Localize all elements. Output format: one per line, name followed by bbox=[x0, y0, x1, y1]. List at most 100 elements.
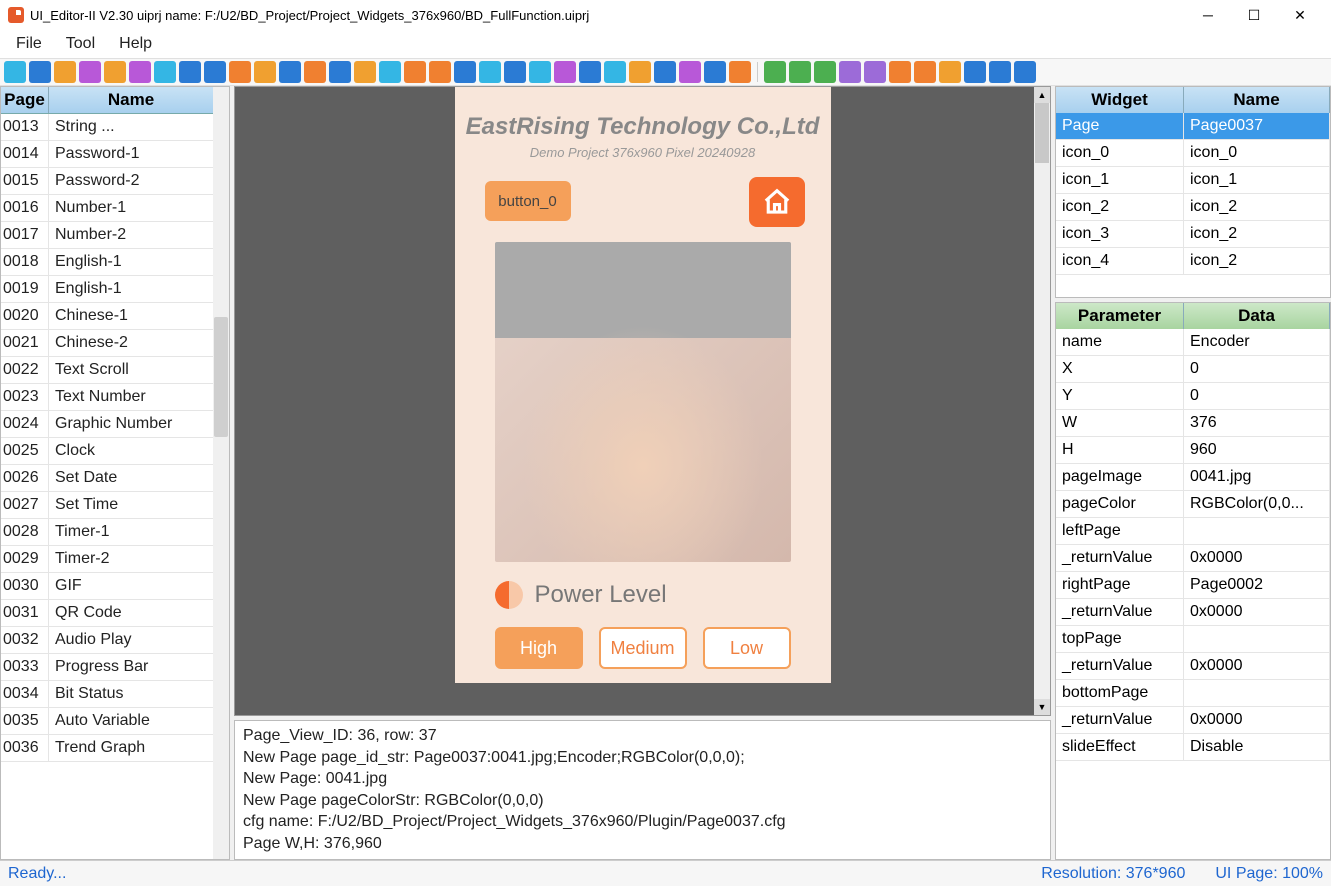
close-button[interactable]: ✕ bbox=[1277, 0, 1323, 30]
button-0-widget[interactable]: button_0 bbox=[485, 181, 571, 221]
toolbar-icon-9[interactable] bbox=[229, 61, 251, 83]
page-row-0020[interactable]: 0020Chinese-1 bbox=[1, 303, 213, 330]
page-row-0035[interactable]: 0035Auto Variable bbox=[1, 708, 213, 735]
toolbar-align-icon-2[interactable] bbox=[814, 61, 836, 83]
toolbar-icon-1[interactable] bbox=[29, 61, 51, 83]
menu-help[interactable]: Help bbox=[109, 33, 162, 55]
toolbar-icon-29[interactable] bbox=[729, 61, 751, 83]
param-row[interactable]: bottomPage bbox=[1056, 680, 1330, 707]
widget-col-widget[interactable]: Widget bbox=[1056, 87, 1184, 113]
widget-row[interactable]: icon_4icon_2 bbox=[1056, 248, 1330, 275]
page-row-0030[interactable]: 0030GIF bbox=[1, 573, 213, 600]
page-row-0016[interactable]: 0016Number-1 bbox=[1, 195, 213, 222]
page-row-0022[interactable]: 0022Text Scroll bbox=[1, 357, 213, 384]
toolbar-icon-24[interactable] bbox=[604, 61, 626, 83]
param-row[interactable]: _returnValue0x0000 bbox=[1056, 653, 1330, 680]
page-row-0036[interactable]: 0036Trend Graph bbox=[1, 735, 213, 762]
minimize-button[interactable]: ─ bbox=[1185, 0, 1231, 30]
toolbar-icon-22[interactable] bbox=[554, 61, 576, 83]
param-row[interactable]: pageImage0041.jpg bbox=[1056, 464, 1330, 491]
page-row-0027[interactable]: 0027Set Time bbox=[1, 492, 213, 519]
page-row-0014[interactable]: 0014Password-1 bbox=[1, 141, 213, 168]
param-row[interactable]: _returnValue0x0000 bbox=[1056, 707, 1330, 734]
toolbar-align-icon-7[interactable] bbox=[939, 61, 961, 83]
page-row-0029[interactable]: 0029Timer-2 bbox=[1, 546, 213, 573]
toolbar-icon-5[interactable] bbox=[129, 61, 151, 83]
page-row-0018[interactable]: 0018English-1 bbox=[1, 249, 213, 276]
toolbar-icon-8[interactable] bbox=[204, 61, 226, 83]
param-row[interactable]: X0 bbox=[1056, 356, 1330, 383]
toolbar-icon-13[interactable] bbox=[329, 61, 351, 83]
widget-row[interactable]: icon_0icon_0 bbox=[1056, 140, 1330, 167]
param-row[interactable]: W376 bbox=[1056, 410, 1330, 437]
widget-row[interactable]: icon_3icon_2 bbox=[1056, 221, 1330, 248]
toolbar-icon-18[interactable] bbox=[454, 61, 476, 83]
maximize-button[interactable]: ☐ bbox=[1231, 0, 1277, 30]
toolbar-icon-15[interactable] bbox=[379, 61, 401, 83]
param-col-data[interactable]: Data bbox=[1184, 303, 1330, 329]
page-row-0013[interactable]: 0013String ... bbox=[1, 114, 213, 141]
level-low-button[interactable]: Low bbox=[703, 627, 791, 669]
page-list-col-page[interactable]: Page bbox=[1, 87, 49, 113]
page-list-col-name[interactable]: Name bbox=[49, 87, 213, 113]
toolbar-align-icon-6[interactable] bbox=[914, 61, 936, 83]
toolbar-align-icon-10[interactable] bbox=[1014, 61, 1036, 83]
toolbar-icon-0[interactable] bbox=[4, 61, 26, 83]
page-row-0028[interactable]: 0028Timer-1 bbox=[1, 519, 213, 546]
preview-scrollbar[interactable]: ▲ ▼ bbox=[1034, 87, 1050, 715]
page-row-0026[interactable]: 0026Set Date bbox=[1, 465, 213, 492]
widget-row[interactable]: PagePage0037 bbox=[1056, 113, 1330, 140]
page-row-0015[interactable]: 0015Password-2 bbox=[1, 168, 213, 195]
level-high-button[interactable]: High bbox=[495, 627, 583, 669]
toolbar-align-icon-5[interactable] bbox=[889, 61, 911, 83]
canvas-page[interactable]: EastRising Technology Co.,Ltd Demo Proje… bbox=[455, 87, 831, 683]
page-row-0021[interactable]: 0021Chinese-2 bbox=[1, 330, 213, 357]
param-row[interactable]: _returnValue0x0000 bbox=[1056, 545, 1330, 572]
toolbar-icon-10[interactable] bbox=[254, 61, 276, 83]
menu-tool[interactable]: Tool bbox=[56, 33, 105, 55]
param-row[interactable]: topPage bbox=[1056, 626, 1330, 653]
param-row[interactable]: slideEffectDisable bbox=[1056, 734, 1330, 761]
toolbar-align-icon-3[interactable] bbox=[839, 61, 861, 83]
toolbar-align-icon-1[interactable] bbox=[789, 61, 811, 83]
page-row-0024[interactable]: 0024Graphic Number bbox=[1, 411, 213, 438]
param-row[interactable]: _returnValue0x0000 bbox=[1056, 599, 1330, 626]
scroll-down-icon[interactable]: ▼ bbox=[1034, 699, 1050, 715]
menu-file[interactable]: File bbox=[6, 33, 52, 55]
param-col-parameter[interactable]: Parameter bbox=[1056, 303, 1184, 329]
param-row[interactable]: rightPagePage0002 bbox=[1056, 572, 1330, 599]
toolbar-icon-3[interactable] bbox=[79, 61, 101, 83]
level-medium-button[interactable]: Medium bbox=[599, 627, 687, 669]
page-row-0023[interactable]: 0023Text Number bbox=[1, 384, 213, 411]
param-row[interactable]: H960 bbox=[1056, 437, 1330, 464]
scroll-up-icon[interactable]: ▲ bbox=[1034, 87, 1050, 103]
param-row[interactable]: nameEncoder bbox=[1056, 329, 1330, 356]
home-icon[interactable] bbox=[749, 177, 805, 227]
toolbar-icon-28[interactable] bbox=[704, 61, 726, 83]
toolbar-icon-23[interactable] bbox=[579, 61, 601, 83]
toolbar-align-icon-8[interactable] bbox=[964, 61, 986, 83]
toolbar-icon-19[interactable] bbox=[479, 61, 501, 83]
toolbar-icon-6[interactable] bbox=[154, 61, 176, 83]
toolbar-icon-25[interactable] bbox=[629, 61, 651, 83]
page-row-0033[interactable]: 0033Progress Bar bbox=[1, 654, 213, 681]
toolbar-icon-7[interactable] bbox=[179, 61, 201, 83]
page-row-0019[interactable]: 0019English-1 bbox=[1, 276, 213, 303]
toolbar-icon-27[interactable] bbox=[679, 61, 701, 83]
toolbar-icon-17[interactable] bbox=[429, 61, 451, 83]
toolbar-icon-14[interactable] bbox=[354, 61, 376, 83]
page-row-0025[interactable]: 0025 Clock bbox=[1, 438, 213, 465]
toolbar-icon-16[interactable] bbox=[404, 61, 426, 83]
toolbar-icon-26[interactable] bbox=[654, 61, 676, 83]
toolbar-icon-2[interactable] bbox=[54, 61, 76, 83]
param-row[interactable]: leftPage bbox=[1056, 518, 1330, 545]
widget-row[interactable]: icon_2icon_2 bbox=[1056, 194, 1330, 221]
toolbar-align-icon-4[interactable] bbox=[864, 61, 886, 83]
page-list-scrollbar[interactable] bbox=[213, 87, 229, 859]
page-row-0017[interactable]: 0017Number-2 bbox=[1, 222, 213, 249]
toolbar-icon-21[interactable] bbox=[529, 61, 551, 83]
widget-col-name[interactable]: Name bbox=[1184, 87, 1330, 113]
toolbar-align-icon-9[interactable] bbox=[989, 61, 1011, 83]
param-row[interactable]: Y0 bbox=[1056, 383, 1330, 410]
toolbar-icon-12[interactable] bbox=[304, 61, 326, 83]
